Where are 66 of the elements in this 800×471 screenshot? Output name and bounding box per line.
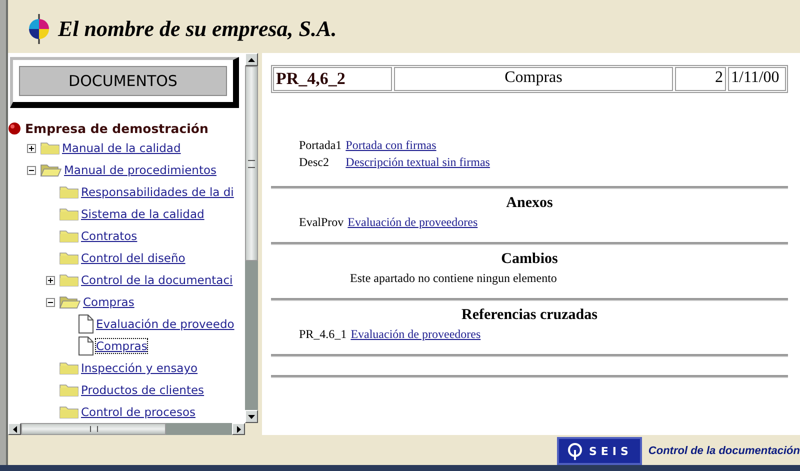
right-arrow-icon: [236, 426, 240, 432]
open-folder-icon: [40, 163, 62, 177]
document-link[interactable]: Portada con firmas: [346, 138, 490, 153]
tree-item-link[interactable]: Compras: [96, 339, 148, 353]
document-icon: [78, 314, 94, 334]
folder-icon: [59, 273, 79, 287]
folder-icon: [40, 141, 60, 155]
tree-item-link[interactable]: Sistema de la calidad: [81, 207, 204, 221]
tree-root-label: Empresa de demostración: [25, 120, 208, 136]
table-cell: Compras: [394, 67, 673, 91]
tree-item-link[interactable]: Evaluación de proveedo: [96, 317, 234, 331]
left-arrow-icon: [12, 426, 16, 432]
tree-item-link[interactable]: Manual de procedimientos: [64, 163, 216, 177]
document-icon: [78, 336, 94, 356]
document-link[interactable]: Evaluación de proveedores: [350, 327, 481, 342]
expand-icon[interactable]: [46, 276, 55, 284]
tree-item-link[interactable]: Manual de la calidad: [62, 141, 181, 155]
tree-item-link[interactable]: Compras: [83, 295, 134, 309]
tree-item-link[interactable]: Inspección y ensayo: [81, 361, 198, 375]
scroll-thumb[interactable]: [21, 423, 166, 435]
tree-item-link[interactable]: Control del diseño: [81, 251, 186, 265]
section-title: Referencias cruzadas: [460, 306, 598, 324]
scroll-right-button[interactable]: [232, 423, 245, 435]
vertical-scrollbar[interactable]: [245, 53, 258, 423]
tree-item-link[interactable]: Responsabilidades de la di: [81, 185, 234, 199]
expand-icon[interactable]: [27, 144, 36, 152]
q-mark-icon: [566, 442, 583, 460]
document-code: Portada1: [299, 138, 342, 153]
table-cell: 1/11/00: [728, 67, 786, 91]
section-title: Anexos: [505, 194, 554, 212]
document-link[interactable]: Evaluación de proveedores: [348, 215, 478, 230]
scroll-down-button[interactable]: [245, 410, 258, 423]
tree-item-link[interactable]: Productos de clientes: [81, 383, 204, 397]
ball-bullet-icon: [8, 122, 21, 134]
document-link[interactable]: Descripción textual sin firmas: [346, 155, 490, 170]
scroll-up-button[interactable]: [245, 53, 258, 66]
table-cell: PR_4,6_2: [273, 67, 392, 91]
scroll-thumb[interactable]: [245, 66, 258, 261]
section-title: Cambios: [500, 250, 559, 268]
horizontal-scrollbar[interactable]: [8, 423, 245, 435]
footer-caption: Control de la documentación: [648, 445, 800, 457]
logo-icon: [28, 14, 50, 44]
open-folder-icon: [59, 295, 81, 309]
up-arrow-icon: [248, 58, 255, 62]
table-cell: 2: [675, 67, 726, 91]
brand-name: SEIS: [588, 444, 632, 458]
scroll-left-button[interactable]: [8, 423, 21, 435]
folder-icon: [59, 361, 79, 375]
folder-icon: [59, 229, 79, 243]
document-code: Desc2: [299, 155, 330, 170]
folder-icon: [59, 383, 79, 397]
folder-icon: [59, 251, 79, 265]
documents-button[interactable]: DOCUMENTOS: [19, 66, 227, 96]
collapse-icon[interactable]: [46, 298, 55, 306]
tree-item-link[interactable]: Control de procesos: [81, 405, 196, 419]
tree-item-link[interactable]: Contratos: [81, 229, 138, 243]
company-name: El nombre de su empresa, S.A.: [58, 16, 337, 42]
document-code: PR_4.6_1: [299, 327, 347, 342]
folder-icon: [59, 185, 79, 199]
down-arrow-icon: [248, 414, 255, 418]
empty-note: Este apartado no contiene ningun elemento: [349, 271, 558, 286]
document-code: EvalProv: [299, 215, 344, 230]
tree-item-link[interactable]: Control de la documentaci: [81, 273, 233, 287]
folder-icon: [59, 405, 79, 419]
collapse-icon[interactable]: [27, 166, 36, 174]
folder-icon: [59, 207, 79, 221]
